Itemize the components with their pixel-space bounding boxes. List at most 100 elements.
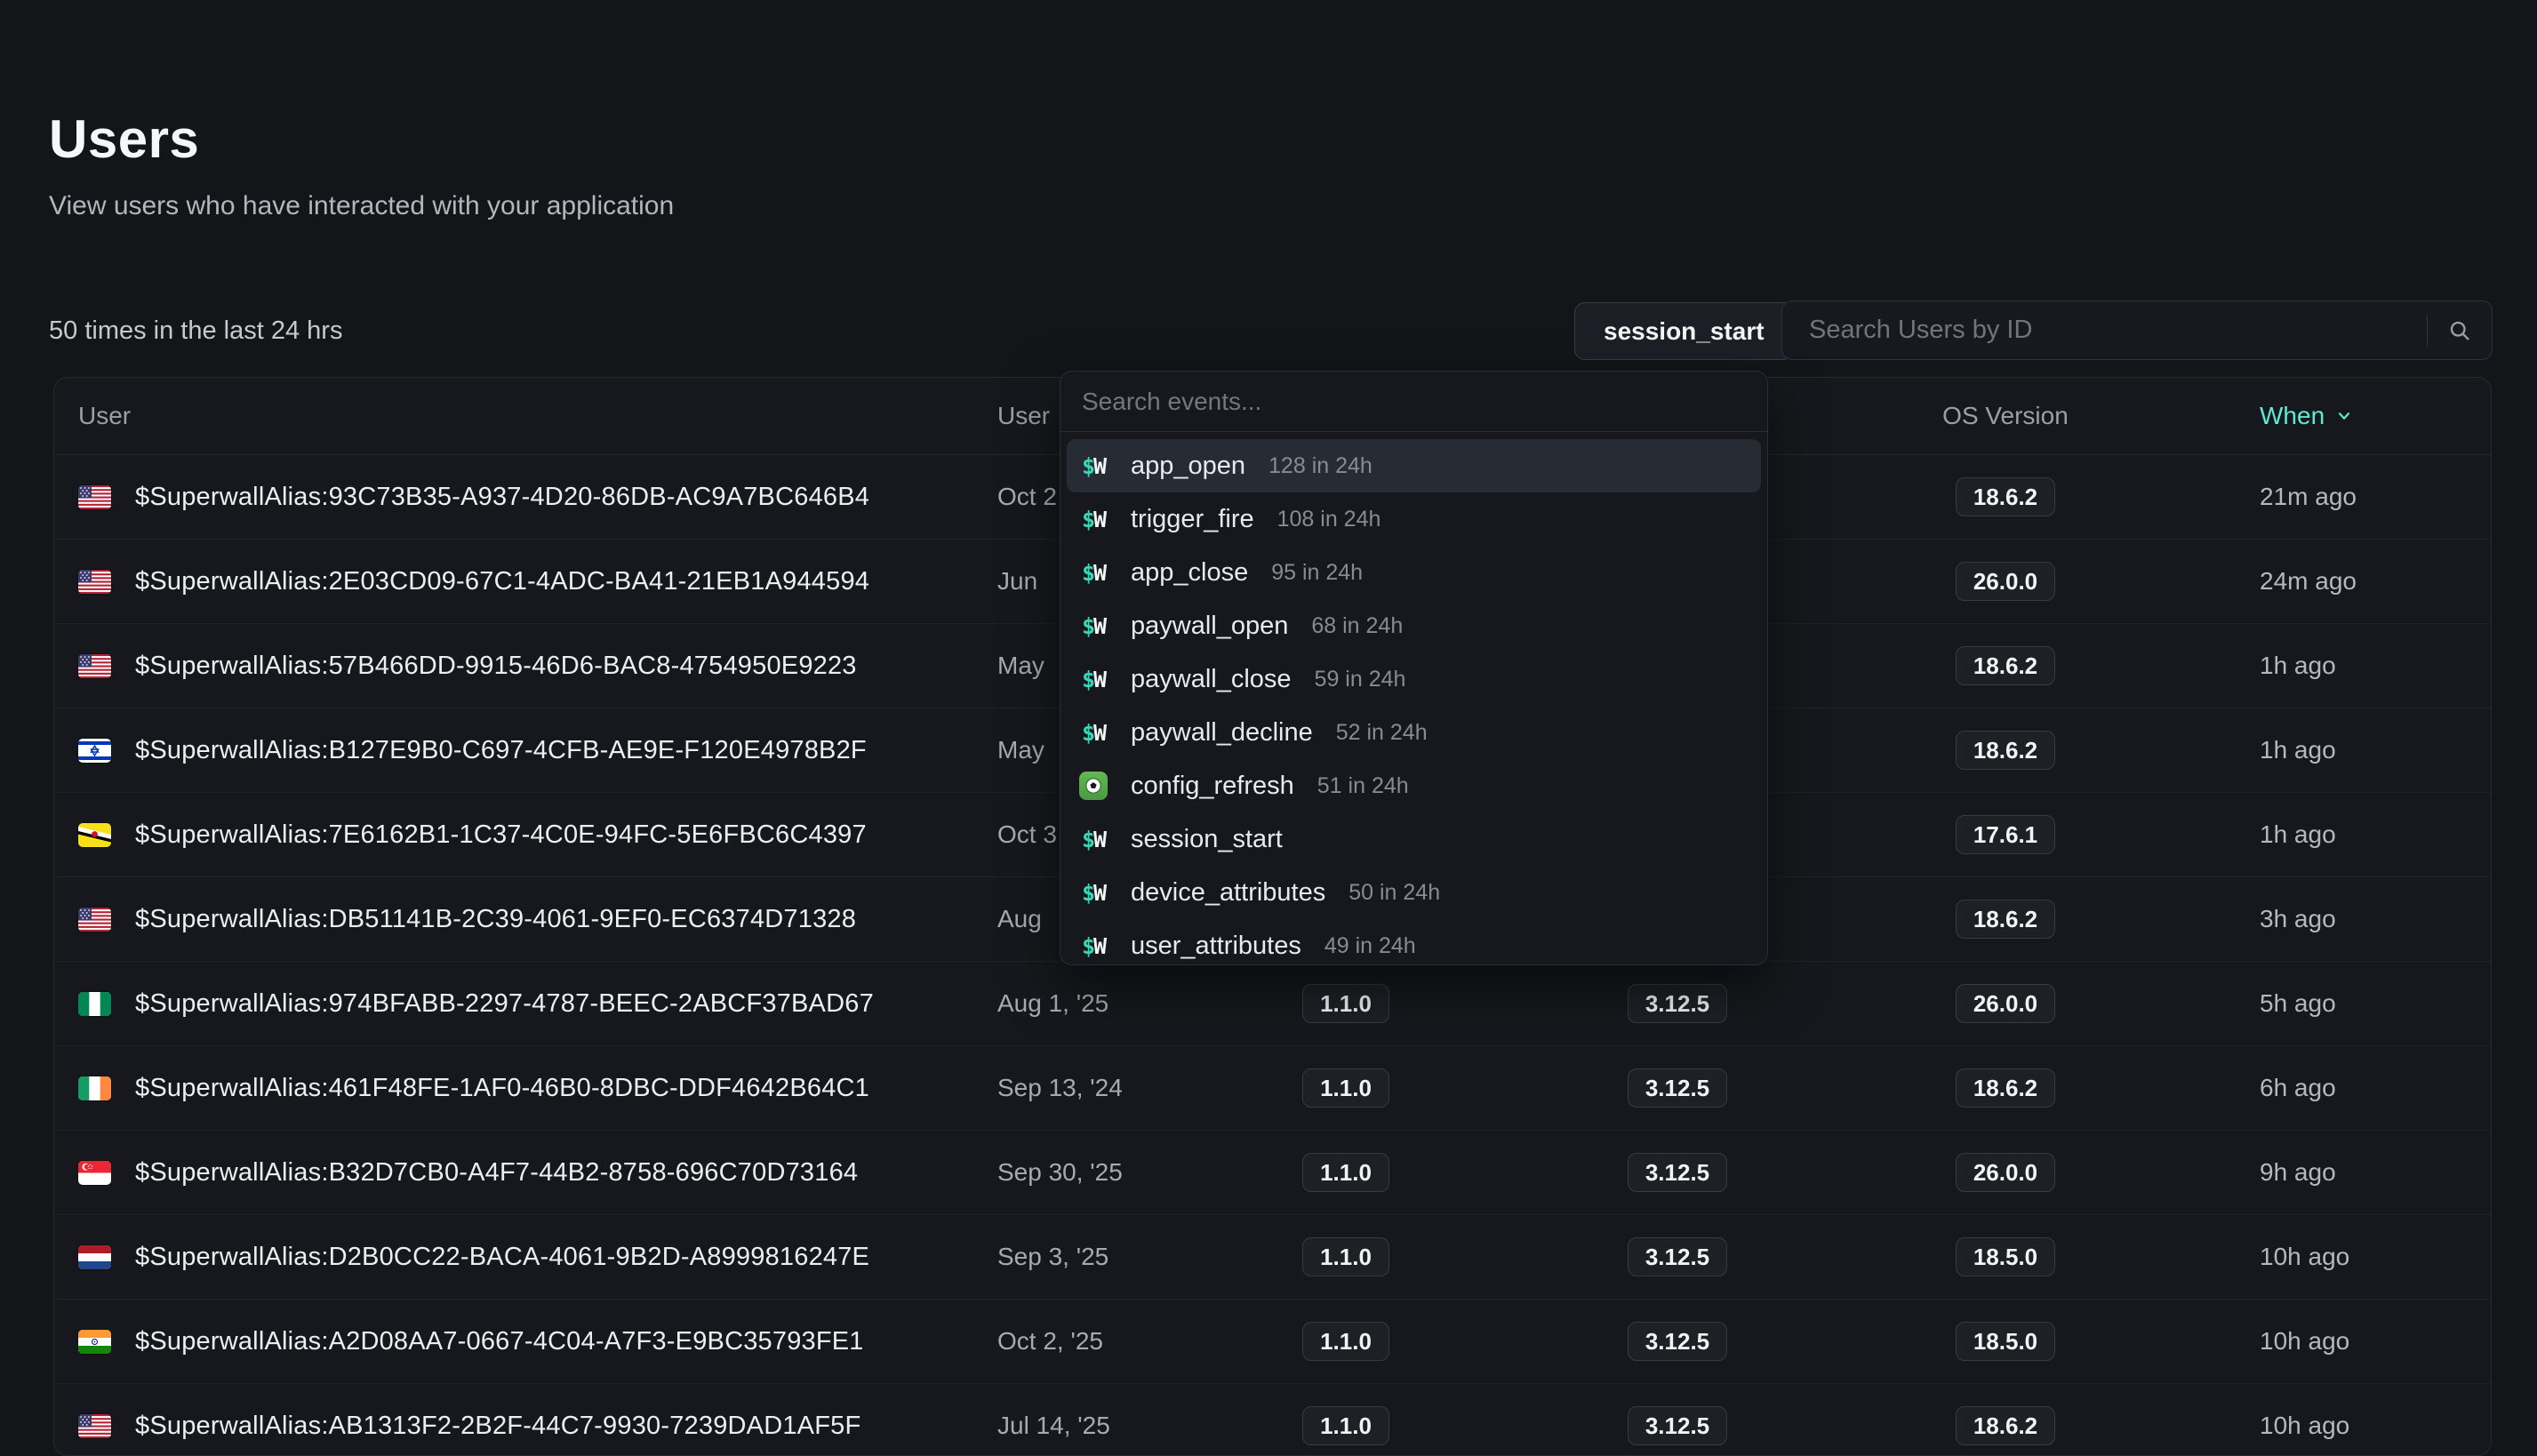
user-first-seen: Jul 14, '25 (997, 1384, 1110, 1456)
sdk-version-badge: 3.12.5 (1628, 1068, 1727, 1108)
superwall-event-icon: $W (1079, 932, 1108, 960)
user-id: $SuperwallAlias:974BFABB-2297-4787-BEEC-… (135, 962, 874, 1045)
flag-in-icon (78, 1330, 111, 1354)
event-list-item[interactable]: $W paywall_decline 52 in 24h (1067, 706, 1761, 759)
event-name: paywall_open (1131, 612, 1288, 641)
event-count: 108 in 24h (1277, 507, 1381, 532)
event-search-input[interactable] (1060, 372, 1767, 431)
user-first-seen: Oct 2, '25 (997, 1300, 1103, 1383)
user-first-seen: Sep 30, '25 (997, 1131, 1123, 1214)
app-version-badge: 1.1.0 (1302, 1237, 1389, 1276)
app-version-badge: 1.1.0 (1302, 1406, 1389, 1445)
when-value: 1h ago (2260, 624, 2336, 708)
event-list-item[interactable]: $W app_close 95 in 24h (1067, 546, 1761, 599)
flag-us-icon (78, 485, 111, 509)
user-id: $SuperwallAlias:57B466DD-9915-46D6-BAC8-… (135, 624, 857, 708)
event-count: 50 in 24h (1349, 880, 1440, 906)
event-name: app_open (1131, 452, 1245, 481)
user-id: $SuperwallAlias:7E6162B1-1C37-4C0E-94FC-… (135, 793, 867, 876)
app-version-badge: 1.1.0 (1302, 1068, 1389, 1108)
when-value: 9h ago (2260, 1131, 2336, 1214)
sdk-version-badge: 3.12.5 (1628, 1406, 1727, 1445)
superwall-event-icon: $W (1079, 825, 1108, 853)
flag-us-icon (78, 1414, 111, 1438)
os-version-badge: 18.6.2 (1956, 477, 2055, 516)
search-icon[interactable] (2428, 301, 2492, 359)
event-name: trigger_fire (1131, 505, 1254, 534)
event-list-item[interactable]: $W user_attributes 49 in 24h (1067, 919, 1761, 965)
flag-ng-icon (78, 992, 111, 1016)
user-id: $SuperwallAlias:A2D08AA7-0667-4C04-A7F3-… (135, 1300, 864, 1383)
when-label: When (2260, 402, 2325, 430)
superwall-event-icon: $W (1079, 718, 1108, 747)
table-row[interactable]: $SuperwallAlias:974BFABB-2297-4787-BEEC-… (54, 962, 2491, 1046)
event-list-item[interactable]: $W device_attributes 50 in 24h (1067, 866, 1761, 919)
user-search (1781, 300, 2493, 360)
event-name: paywall_close (1131, 665, 1292, 694)
event-count: 59 in 24h (1315, 667, 1406, 692)
event-name: app_close (1131, 558, 1248, 588)
superwall-event-icon: $W (1079, 452, 1108, 480)
os-version-badge: 26.0.0 (1956, 562, 2055, 601)
event-list-item[interactable]: $W paywall_close 59 in 24h (1067, 652, 1761, 706)
event-name: session_start (1131, 825, 1283, 854)
os-version-badge: 26.0.0 (1956, 1153, 2055, 1192)
table-row[interactable]: $SuperwallAlias:D2B0CC22-BACA-4061-9B2D-… (54, 1215, 2491, 1300)
when-value: 21m ago (2260, 455, 2357, 539)
user-id: $SuperwallAlias:461F48FE-1AF0-46B0-8DBC-… (135, 1046, 869, 1130)
event-count: 95 in 24h (1271, 560, 1363, 586)
user-first-seen: Sep 3, '25 (997, 1215, 1108, 1299)
sdk-version-badge: 3.12.5 (1628, 1322, 1727, 1361)
column-header-when[interactable]: When (2260, 378, 2353, 454)
event-list-item[interactable]: config_refresh 51 in 24h (1067, 759, 1761, 812)
user-first-seen: Aug (997, 877, 1042, 961)
user-id: $SuperwallAlias:93C73B35-A937-4D20-86DB-… (135, 455, 869, 539)
event-list-item[interactable]: $W paywall_open 68 in 24h (1067, 599, 1761, 652)
event-count: 49 in 24h (1325, 933, 1416, 959)
event-list-item[interactable]: $W trigger_fire 108 in 24h (1067, 492, 1761, 546)
column-header-user: User (78, 378, 131, 454)
event-list-item[interactable]: $W session_start (1067, 812, 1761, 866)
sdk-version-badge: 3.12.5 (1628, 1237, 1727, 1276)
table-row[interactable]: $SuperwallAlias:B32D7CB0-A4F7-44B2-8758-… (54, 1131, 2491, 1215)
table-row[interactable]: $SuperwallAlias:AB1313F2-2B2F-44C7-9930-… (54, 1384, 2491, 1456)
config-refresh-icon (1079, 772, 1108, 800)
event-search-row (1060, 372, 1767, 432)
column-header-os-version: OS Version (1899, 378, 2112, 454)
superwall-event-icon: $W (1079, 505, 1108, 533)
event-name: paywall_decline (1131, 718, 1313, 748)
user-id: $SuperwallAlias:AB1313F2-2B2F-44C7-9930-… (135, 1384, 860, 1456)
when-value: 10h ago (2260, 1215, 2349, 1299)
sdk-version-badge: 3.12.5 (1628, 1153, 1727, 1192)
os-version-badge: 26.0.0 (1956, 984, 2055, 1023)
user-id: $SuperwallAlias:B32D7CB0-A4F7-44B2-8758-… (135, 1131, 858, 1214)
table-row[interactable]: $SuperwallAlias:461F48FE-1AF0-46B0-8DBC-… (54, 1046, 2491, 1131)
event-list: $W app_open 128 in 24h $W trigger_fire 1… (1060, 432, 1767, 965)
os-version-badge: 18.6.2 (1956, 1406, 2055, 1445)
event-count: 52 in 24h (1336, 720, 1428, 746)
sdk-version-badge: 3.12.5 (1628, 984, 1727, 1023)
events-summary: 50 times in the last 24 hrs (49, 316, 342, 346)
event-filter-button[interactable]: session_start (1574, 302, 1794, 360)
user-first-seen: Aug 1, '25 (997, 962, 1108, 1045)
os-version-badge: 18.6.2 (1956, 731, 2055, 770)
os-version-badge: 18.5.0 (1956, 1237, 2055, 1276)
flag-us-icon (78, 908, 111, 932)
flag-us-icon (78, 570, 111, 594)
app-version-badge: 1.1.0 (1302, 1153, 1389, 1192)
table-row[interactable]: $SuperwallAlias:A2D08AA7-0667-4C04-A7F3-… (54, 1300, 2491, 1384)
when-value: 10h ago (2260, 1300, 2349, 1383)
flag-il-icon (78, 739, 111, 763)
event-list-item[interactable]: $W app_open 128 in 24h (1067, 439, 1761, 492)
superwall-event-icon: $W (1079, 612, 1108, 640)
user-first-seen: May (997, 624, 1044, 708)
when-value: 6h ago (2260, 1046, 2336, 1130)
flag-us-icon (78, 654, 111, 678)
app-version-badge: 1.1.0 (1302, 1322, 1389, 1361)
os-version-badge: 17.6.1 (1956, 815, 2055, 854)
when-value: 10h ago (2260, 1384, 2349, 1456)
app-version-badge: 1.1.0 (1302, 984, 1389, 1023)
search-input[interactable] (1782, 301, 2427, 359)
event-name: device_attributes (1131, 878, 1325, 908)
superwall-event-icon: $W (1079, 878, 1108, 907)
